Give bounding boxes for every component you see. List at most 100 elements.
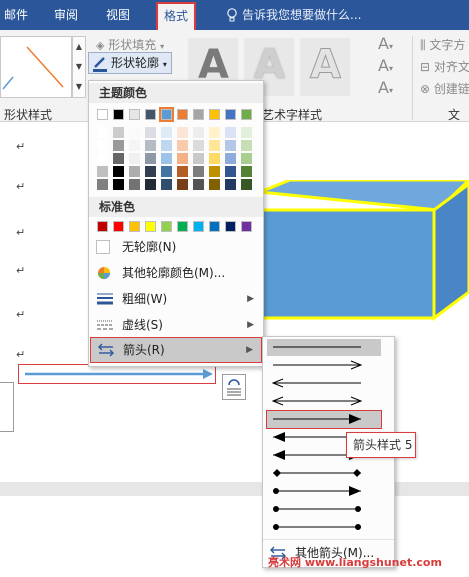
tab-format[interactable]: 格式 (156, 2, 197, 30)
theme-color-shade-swatch[interactable] (161, 179, 172, 190)
theme-color-swatch[interactable] (241, 109, 252, 120)
theme-color-shade-swatch[interactable] (225, 179, 236, 190)
theme-color-shade-swatch[interactable] (113, 166, 124, 177)
arrow-style-option[interactable] (267, 375, 381, 392)
theme-color-shade-swatch[interactable] (129, 140, 140, 151)
gallery-up-icon[interactable]: ▲ (73, 37, 85, 57)
weight-item[interactable]: 粗细(W) ▶ (90, 287, 262, 311)
standard-color-swatch[interactable] (241, 221, 252, 232)
gallery-more-icon[interactable]: ▼ (73, 77, 85, 97)
arrow-style-option[interactable] (267, 339, 381, 356)
align-text-button[interactable]: ⊟ 对齐文 (420, 58, 469, 75)
theme-color-shade-swatch[interactable] (241, 179, 252, 190)
theme-color-shade-swatch[interactable] (113, 179, 124, 190)
theme-color-swatch[interactable] (97, 109, 108, 120)
theme-color-shade-swatch[interactable] (97, 153, 108, 164)
tab-mail[interactable]: 邮件 (4, 0, 28, 30)
theme-color-shade-swatch[interactable] (209, 153, 220, 164)
theme-color-shade-swatch[interactable] (161, 153, 172, 164)
theme-color-shade-swatch[interactable] (225, 166, 236, 177)
theme-color-shade-swatch[interactable] (177, 127, 188, 138)
text-direction-button[interactable]: ⫼ 文字方 (420, 36, 465, 53)
cube-shape[interactable] (258, 180, 469, 322)
shape-fill-button[interactable]: ◈ 形状填充 ▾ (96, 36, 164, 53)
theme-color-shade-swatch[interactable] (145, 153, 156, 164)
theme-color-shade-swatch[interactable] (97, 166, 108, 177)
theme-color-swatch[interactable] (159, 107, 174, 122)
no-outline-item[interactable]: 无轮廓(N) (90, 235, 262, 259)
selected-arrow-line[interactable] (18, 364, 216, 384)
standard-color-swatch[interactable] (193, 221, 204, 232)
theme-color-shade-swatch[interactable] (177, 140, 188, 151)
theme-color-shade-swatch[interactable] (193, 166, 204, 177)
more-outline-colors-item[interactable]: 其他轮廓颜色(M)... (90, 261, 262, 285)
theme-color-shade-swatch[interactable] (209, 179, 220, 190)
arrow-style-option[interactable] (267, 357, 381, 374)
theme-color-shade-swatch[interactable] (209, 127, 220, 138)
theme-color-shade-swatch[interactable] (225, 127, 236, 138)
shape-outline-button[interactable]: 形状轮廓 ▾ (88, 52, 172, 74)
create-link-button[interactable]: ⊗ 创建链 (420, 80, 469, 97)
theme-color-shade-swatch[interactable] (113, 140, 124, 151)
theme-color-shade-swatch[interactable] (161, 166, 172, 177)
standard-color-swatch[interactable] (209, 221, 220, 232)
text-effects-icon[interactable]: A▾ (378, 78, 393, 97)
theme-color-shade-swatch[interactable] (161, 140, 172, 151)
theme-color-shade-swatch[interactable] (193, 153, 204, 164)
standard-color-swatch[interactable] (113, 221, 124, 232)
theme-color-shade-swatch[interactable] (129, 127, 140, 138)
theme-color-shade-swatch[interactable] (129, 179, 140, 190)
tab-review[interactable]: 审阅 (54, 0, 78, 30)
dashes-item[interactable]: 虚线(S) ▶ (90, 313, 262, 337)
standard-color-swatch[interactable] (129, 221, 140, 232)
gallery-down-icon[interactable]: ▼ (73, 57, 85, 77)
theme-color-shade-swatch[interactable] (129, 153, 140, 164)
theme-color-shade-swatch[interactable] (225, 140, 236, 151)
standard-color-swatch[interactable] (97, 221, 108, 232)
theme-color-swatch[interactable] (129, 109, 140, 120)
theme-color-shade-swatch[interactable] (113, 127, 124, 138)
tell-me-search[interactable]: 告诉我您想要做什么... (242, 0, 361, 30)
theme-color-swatch[interactable] (225, 109, 236, 120)
standard-color-swatch[interactable] (161, 221, 172, 232)
theme-color-shade-swatch[interactable] (241, 127, 252, 138)
theme-color-shade-swatch[interactable] (113, 153, 124, 164)
gallery-scroll[interactable]: ▲ ▼ ▼ (72, 36, 86, 98)
theme-color-shade-swatch[interactable] (177, 179, 188, 190)
theme-color-shade-swatch[interactable] (97, 179, 108, 190)
theme-color-swatch[interactable] (145, 109, 156, 120)
theme-color-shade-swatch[interactable] (193, 140, 204, 151)
theme-color-shade-swatch[interactable] (129, 166, 140, 177)
theme-color-shade-swatch[interactable] (193, 127, 204, 138)
theme-color-shade-swatch[interactable] (145, 127, 156, 138)
theme-color-shade-swatch[interactable] (193, 179, 204, 190)
theme-color-shade-swatch[interactable] (209, 166, 220, 177)
shape-styles-gallery[interactable] (0, 36, 72, 98)
theme-color-shade-swatch[interactable] (177, 153, 188, 164)
theme-color-swatch[interactable] (193, 109, 204, 120)
arrow-style-option[interactable] (266, 410, 382, 429)
arrows-item[interactable]: 箭头(R) ▶ (90, 337, 262, 363)
theme-color-swatch[interactable] (209, 109, 220, 120)
wordart-style-3[interactable]: A (300, 38, 350, 96)
theme-color-shade-swatch[interactable] (241, 140, 252, 151)
theme-color-shade-swatch[interactable] (145, 166, 156, 177)
theme-color-shade-swatch[interactable] (241, 153, 252, 164)
standard-color-swatch[interactable] (177, 221, 188, 232)
standard-color-swatch[interactable] (145, 221, 156, 232)
standard-color-swatch[interactable] (225, 221, 236, 232)
theme-color-swatch[interactable] (177, 109, 188, 120)
theme-color-shade-swatch[interactable] (145, 140, 156, 151)
arrow-style-option[interactable] (267, 483, 381, 500)
theme-color-shade-swatch[interactable] (161, 127, 172, 138)
tab-view[interactable]: 视图 (106, 0, 130, 30)
theme-color-shade-swatch[interactable] (225, 153, 236, 164)
theme-color-shade-swatch[interactable] (97, 140, 108, 151)
text-outline-icon[interactable]: A▾ (378, 56, 393, 75)
layout-options-button[interactable] (222, 374, 246, 400)
theme-color-shade-swatch[interactable] (241, 166, 252, 177)
theme-color-shade-swatch[interactable] (97, 127, 108, 138)
arrow-style-option[interactable] (267, 501, 381, 518)
arrow-style-option[interactable] (267, 393, 381, 410)
theme-color-shade-swatch[interactable] (177, 166, 188, 177)
